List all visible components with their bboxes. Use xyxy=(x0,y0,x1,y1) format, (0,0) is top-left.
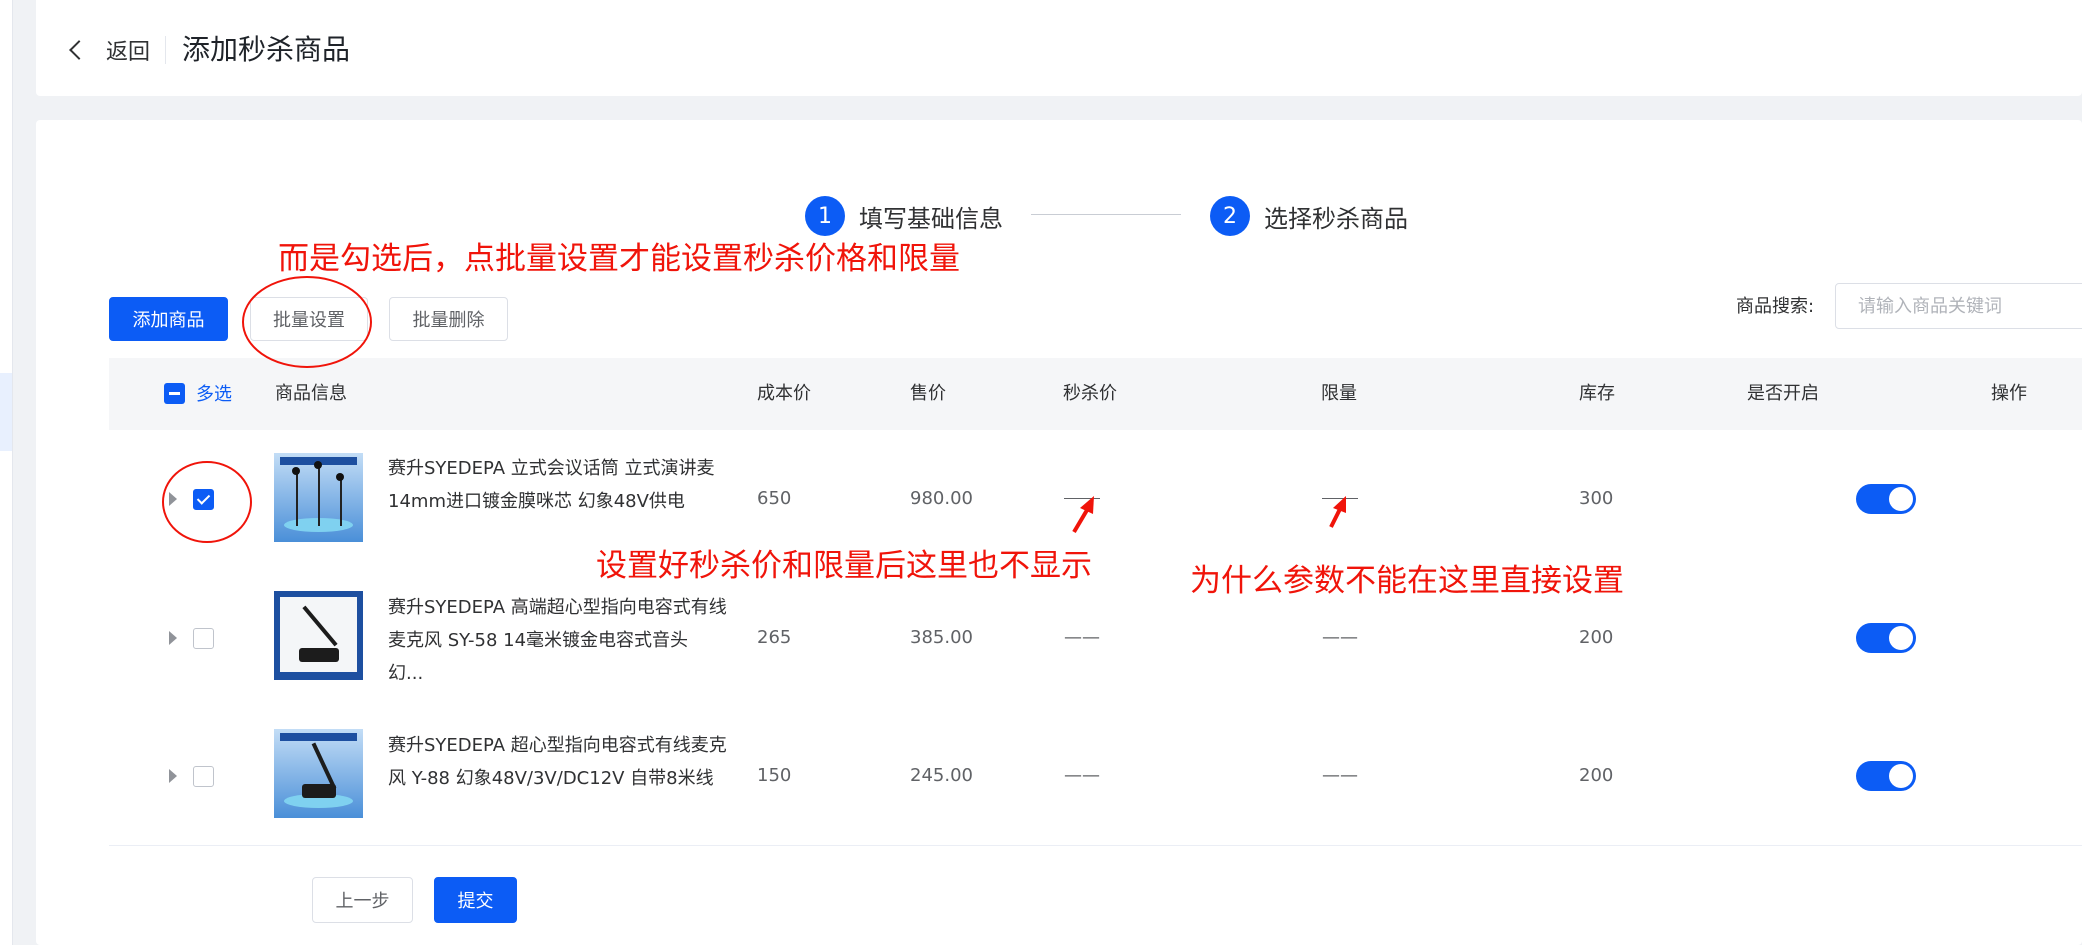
stock: 200 xyxy=(1579,627,1614,648)
col-action: 操作 xyxy=(1991,383,2027,404)
search-input[interactable] xyxy=(1835,283,2082,329)
product-name: 赛升SYEDEPA 高端超心型指向电容式有线麦克风 SY-58 14毫米镀金电容… xyxy=(388,597,727,684)
table-row: 赛升SYEDEPA 超心型指向电容式有线麦克风 Y-88 幻象48V/3V/DC… xyxy=(109,707,2082,846)
minus-icon xyxy=(169,392,180,395)
table-row: 赛升SYEDEPA 高端超心型指向电容式有线麦克风 SY-58 14毫米镀金电容… xyxy=(109,569,2082,708)
table-header: 商品信息 成本价 售价 秒杀价 限量 库存 是否开启 操作 xyxy=(109,358,2082,430)
step-2-label: 选择秒杀商品 xyxy=(1264,204,1408,233)
product-thumbnail xyxy=(274,591,363,680)
col-stock: 库存 xyxy=(1579,383,1615,404)
back-button[interactable]: 返回 xyxy=(66,30,150,70)
back-label: 返回 xyxy=(106,40,151,65)
chevron-left-icon xyxy=(69,40,89,60)
enable-toggle[interactable] xyxy=(1856,761,1916,791)
add-product-button[interactable]: 添加商品 xyxy=(109,297,228,341)
annotation-row-note: 设置好秒杀价和限量后这里也不显示 xyxy=(596,548,1092,584)
caret-right-icon[interactable] xyxy=(169,631,177,645)
sale-price: 245.00 xyxy=(910,765,973,786)
product-name: 赛升SYEDEPA 超心型指向电容式有线麦克风 Y-88 幻象48V/3V/DC… xyxy=(388,735,727,789)
col-cost: 成本价 xyxy=(757,383,811,404)
flash-price: —— xyxy=(1064,765,1100,786)
annotation-batch-note: 而是勾选后，点批量设置才能设置秒杀价格和限量 xyxy=(278,241,960,277)
page-title: 添加秒杀商品 xyxy=(182,33,351,66)
stock: 200 xyxy=(1579,765,1614,786)
col-limit: 限量 xyxy=(1321,383,1357,404)
sidebar-active-mark xyxy=(0,373,12,451)
cost-price: 265 xyxy=(757,627,792,648)
product-name: 赛升SYEDEPA 立式会议话筒 立式演讲麦 14mm进口镀金膜咪芯 幻象48V… xyxy=(388,458,715,512)
batch-set-button[interactable]: 批量设置 xyxy=(250,297,368,341)
col-flash-price: 秒杀价 xyxy=(1063,383,1117,404)
product-thumbnail xyxy=(274,729,363,818)
batch-delete-button[interactable]: 批量删除 xyxy=(389,297,508,341)
left-sidebar-edge xyxy=(0,0,13,945)
limit-empty xyxy=(1322,498,1358,499)
limit: —— xyxy=(1322,765,1358,786)
annotation-question: 为什么参数不能在这里直接设置 xyxy=(1190,563,1624,599)
sale-price: 980.00 xyxy=(910,488,973,509)
caret-right-icon[interactable] xyxy=(169,492,177,506)
step-1-number: 1 xyxy=(805,196,845,236)
enable-toggle[interactable] xyxy=(1856,484,1916,514)
step-2: 2 选择秒杀商品 xyxy=(1210,196,1408,236)
step-1-label: 填写基础信息 xyxy=(859,204,1003,233)
prev-step-button[interactable]: 上一步 xyxy=(312,877,413,923)
cost-price: 150 xyxy=(757,765,792,786)
col-enabled: 是否开启 xyxy=(1747,383,1819,404)
cost-price: 650 xyxy=(757,488,792,509)
row-checkbox[interactable] xyxy=(193,766,214,787)
header-divider xyxy=(165,36,166,64)
product-thumbnail xyxy=(274,453,363,542)
flash-price-empty xyxy=(1064,498,1100,499)
step-2-number: 2 xyxy=(1210,196,1250,236)
col-price: 售价 xyxy=(910,383,946,404)
caret-right-icon[interactable] xyxy=(169,769,177,783)
col-product: 商品信息 xyxy=(275,383,347,404)
limit: —— xyxy=(1322,627,1358,648)
flash-price: —— xyxy=(1064,627,1100,648)
row-checkbox[interactable] xyxy=(193,628,214,649)
step-1: 1 填写基础信息 xyxy=(805,196,1003,236)
enable-toggle[interactable] xyxy=(1856,623,1916,653)
sale-price: 385.00 xyxy=(910,627,973,648)
stock: 300 xyxy=(1579,488,1614,509)
step-connector xyxy=(1031,214,1181,215)
submit-button[interactable]: 提交 xyxy=(434,877,517,923)
multi-select-label[interactable]: 多选 xyxy=(196,380,232,406)
search-label: 商品搜索: xyxy=(1736,296,1815,317)
table-row: 赛升SYEDEPA 立式会议话筒 立式演讲麦 14mm进口镀金膜咪芯 幻象48V… xyxy=(109,431,2082,570)
select-all-checkbox[interactable] xyxy=(164,383,185,404)
row-checkbox[interactable] xyxy=(193,489,214,510)
